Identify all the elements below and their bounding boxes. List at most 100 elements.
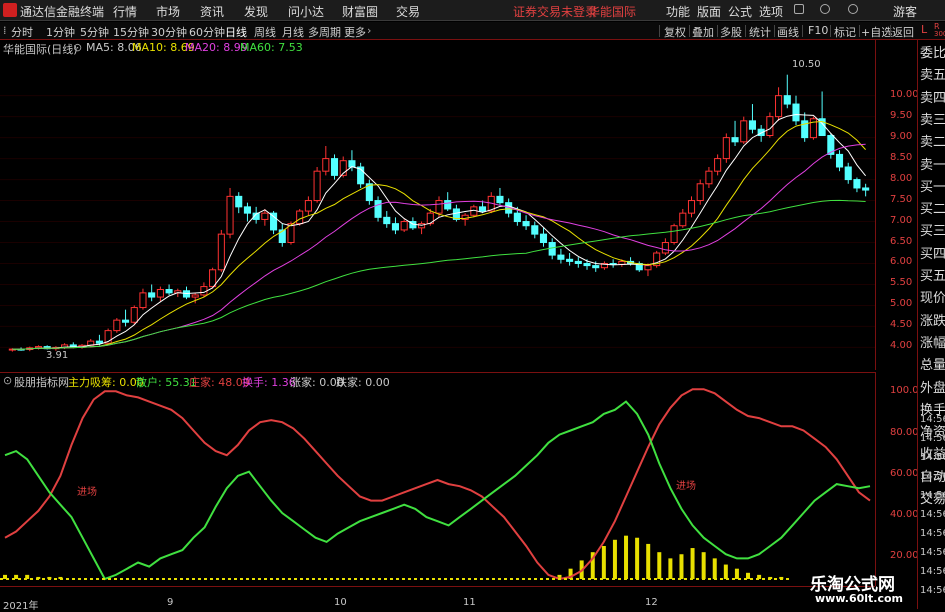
ma20-label: MA20: 8.99: [185, 41, 248, 54]
side-item-14[interactable]: 总量: [920, 358, 945, 374]
candle: [43, 345, 51, 350]
btn-huaxian[interactable]: 画线: [777, 24, 799, 40]
candle: [862, 183, 870, 197]
indicator-settings-icon[interactable]: ⊙: [3, 374, 12, 387]
side-item-10[interactable]: 买五: [920, 269, 945, 285]
candle: [531, 221, 539, 239]
side-item-2[interactable]: 卖四: [920, 91, 945, 107]
candle: [217, 229, 225, 272]
menu-gongneng[interactable]: 功能: [666, 3, 690, 20]
shop-icon[interactable]: [794, 4, 804, 14]
candle: [278, 223, 286, 247]
btn-back[interactable]: 返回: [892, 24, 914, 40]
btn-fuquan[interactable]: 复权: [664, 24, 686, 40]
trade-time-6: 14:56: [920, 528, 945, 539]
candle: [661, 238, 669, 256]
candle: [748, 104, 757, 134]
candle: [775, 87, 783, 121]
price-tick-6: 7.00: [890, 214, 913, 226]
app-logo-icon: [3, 3, 17, 17]
candle: [330, 154, 339, 180]
user-guest[interactable]: 游客: [893, 3, 917, 20]
btn-f10[interactable]: F10: [808, 24, 828, 37]
side-item-0[interactable]: 委比: [920, 46, 945, 62]
side-item-6[interactable]: 买一: [920, 180, 945, 196]
side-item-9[interactable]: 买四: [920, 247, 945, 263]
period-fenshi[interactable]: 分时: [11, 24, 33, 40]
period-multi[interactable]: 多周期: [308, 24, 341, 40]
side-item-7[interactable]: 买二: [920, 202, 945, 218]
menu-banmian[interactable]: 版面: [697, 3, 721, 20]
indicator-panel[interactable]: ⊙ 股朋指标网 主力吸筹: 0.00 散户: 55.31 庄家: 48.09 换…: [0, 372, 875, 586]
indicator-diejia: 跌家: 0.00: [336, 376, 390, 389]
menu-hangqing[interactable]: 行情: [113, 3, 137, 20]
period-daily[interactable]: 日线: [225, 24, 247, 40]
candle: [792, 95, 800, 126]
period-30min[interactable]: 30分钟: [151, 24, 187, 40]
menu-zixun[interactable]: 资讯: [200, 3, 224, 20]
side-item-13[interactable]: 涨幅: [920, 336, 945, 352]
btn-tongji[interactable]: 统计: [749, 24, 771, 40]
side-item-5[interactable]: 卖一: [920, 158, 945, 174]
menu-shichang[interactable]: 市场: [156, 3, 180, 20]
period-more[interactable]: 更多: [344, 24, 366, 40]
side-item-4[interactable]: 卖二: [920, 135, 945, 151]
accumulation-bar: [679, 554, 684, 579]
service-icon[interactable]: [820, 4, 830, 14]
side-item-1[interactable]: 卖五: [920, 68, 945, 84]
xaxis-label-year: 2021年: [3, 601, 39, 612]
side-item-12[interactable]: 涨跌: [920, 314, 945, 330]
high-price-mark: 10.50: [792, 59, 821, 70]
chevron-right-icon[interactable]: ›: [367, 24, 371, 37]
btn-biaoji[interactable]: 标记: [834, 24, 856, 40]
accumulation-bar: [657, 552, 662, 579]
period-monthly[interactable]: 月线: [282, 24, 304, 40]
osc-tick-2: 60.00: [890, 467, 919, 479]
osc-tick-3: 40.00: [890, 509, 919, 521]
indicator-sanhu: 散户: 55.31: [136, 376, 197, 389]
toolbar-handle-icon: ⁞: [3, 24, 7, 37]
price-tick-9: 5.50: [890, 277, 913, 289]
login-notice[interactable]: 证券交易未登录: [513, 3, 597, 20]
price-tick-7: 6.50: [890, 235, 913, 247]
current-stock-name: 华能国际: [588, 5, 637, 19]
menu-caifuquan[interactable]: 财富圈: [342, 3, 378, 20]
btn-duogu[interactable]: 多股: [720, 24, 742, 40]
period-1min[interactable]: 1分钟: [46, 24, 75, 40]
accumulation-bar: [712, 558, 717, 579]
indicator-huanshou: 换手: 1.36: [242, 376, 296, 389]
trade-time-3: 14:56: [920, 471, 945, 482]
candle: [548, 238, 556, 260]
candle: [609, 259, 617, 268]
period-60min[interactable]: 60分钟: [189, 24, 225, 40]
price-tick-5: 7.50: [890, 193, 913, 205]
btn-add-watchlist[interactable]: +自选: [861, 24, 892, 40]
menu-wenxiaoda[interactable]: 问小达: [288, 3, 324, 20]
feedback-icon[interactable]: [848, 4, 858, 14]
menu-gongshi[interactable]: 公式: [728, 3, 752, 20]
menu-jiaoyi[interactable]: 交易: [396, 3, 420, 20]
candle: [731, 120, 739, 147]
accumulation-bar: [635, 537, 640, 579]
side-item-15[interactable]: 外盘: [920, 381, 945, 397]
quote-side-panel: L R 300 委比卖五卖四卖三卖二卖一买一买二买三买四买五现价涨跌涨幅总量外盘…: [917, 22, 945, 609]
trade-time-0: 14:56: [920, 414, 945, 425]
btn-diejia[interactable]: 叠加: [692, 24, 714, 40]
settings-dropdown-icon[interactable]: ⊙: [73, 41, 82, 54]
period-5min[interactable]: 5分钟: [80, 24, 109, 40]
period-weekly[interactable]: 周线: [254, 24, 276, 40]
candle: [496, 187, 504, 205]
side-item-3[interactable]: 卖三: [920, 113, 945, 129]
period-15min[interactable]: 15分钟: [113, 24, 149, 40]
menu-faxian[interactable]: 发现: [244, 3, 268, 20]
accumulation-bar: [601, 545, 606, 579]
ma-line-ma5: [12, 113, 866, 350]
side-item-11[interactable]: 现价: [920, 291, 945, 307]
trade-time-4: 14:56: [920, 490, 945, 501]
menu-xuanxiang[interactable]: 选项: [759, 3, 783, 20]
entry-label-2: 进场: [676, 481, 696, 492]
price-chart-panel[interactable]: 华能国际(日线) ⊙ MA5: 8.06 MA10: 8.69 MA20: 8.…: [0, 40, 875, 370]
side-l-label[interactable]: L: [921, 23, 927, 36]
price-axis: 10.00 9.50 9.00 8.50 8.00 7.50 7.00 6.50 6.00 5.5…: [875, 40, 919, 370]
side-item-8[interactable]: 买三: [920, 224, 945, 240]
